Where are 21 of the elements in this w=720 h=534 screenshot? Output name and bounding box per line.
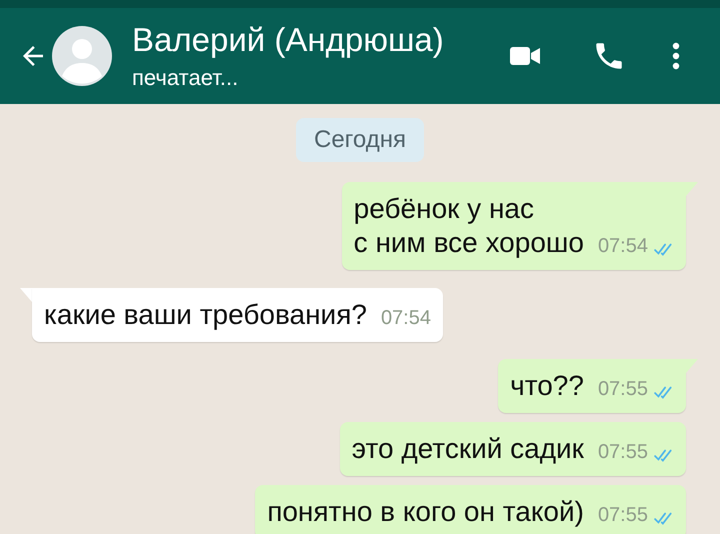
contact-name: Валерий (Андрюша) [132,21,445,59]
message-time: 07:54 [380,307,431,330]
typing-status: печатает... [132,65,240,91]
message-time: 07:55 [598,378,648,401]
message-bubble[interactable]: ребёнок у нас с ним все хорошо 07:54 [342,182,686,270]
message-text: ребёнок у нас с ним все хорошо [354,192,584,260]
avatar-icon[interactable] [52,26,112,86]
video-call-icon[interactable] [510,46,540,66]
more-options-icon[interactable] [672,42,680,70]
message-text: это детский садик [352,432,584,466]
message-time: 07:55 [598,441,648,464]
message-bubble[interactable]: это детский садик 07:55 [340,422,686,476]
message-bubble[interactable]: какие ваши требования? 07:54 [32,288,443,342]
date-label: Сегодня [296,118,424,162]
message-bubble[interactable]: что?? 07:55 [498,359,686,413]
message-bubble[interactable]: понятно в кого он такой) 07:55 [255,485,686,534]
message-time: 07:55 [598,504,648,527]
message-time: 07:54 [598,235,648,258]
message-text: понятно в кого он такой) [267,495,584,529]
message-text: что?? [510,369,584,403]
message-text: какие ваши требования? [44,298,367,332]
